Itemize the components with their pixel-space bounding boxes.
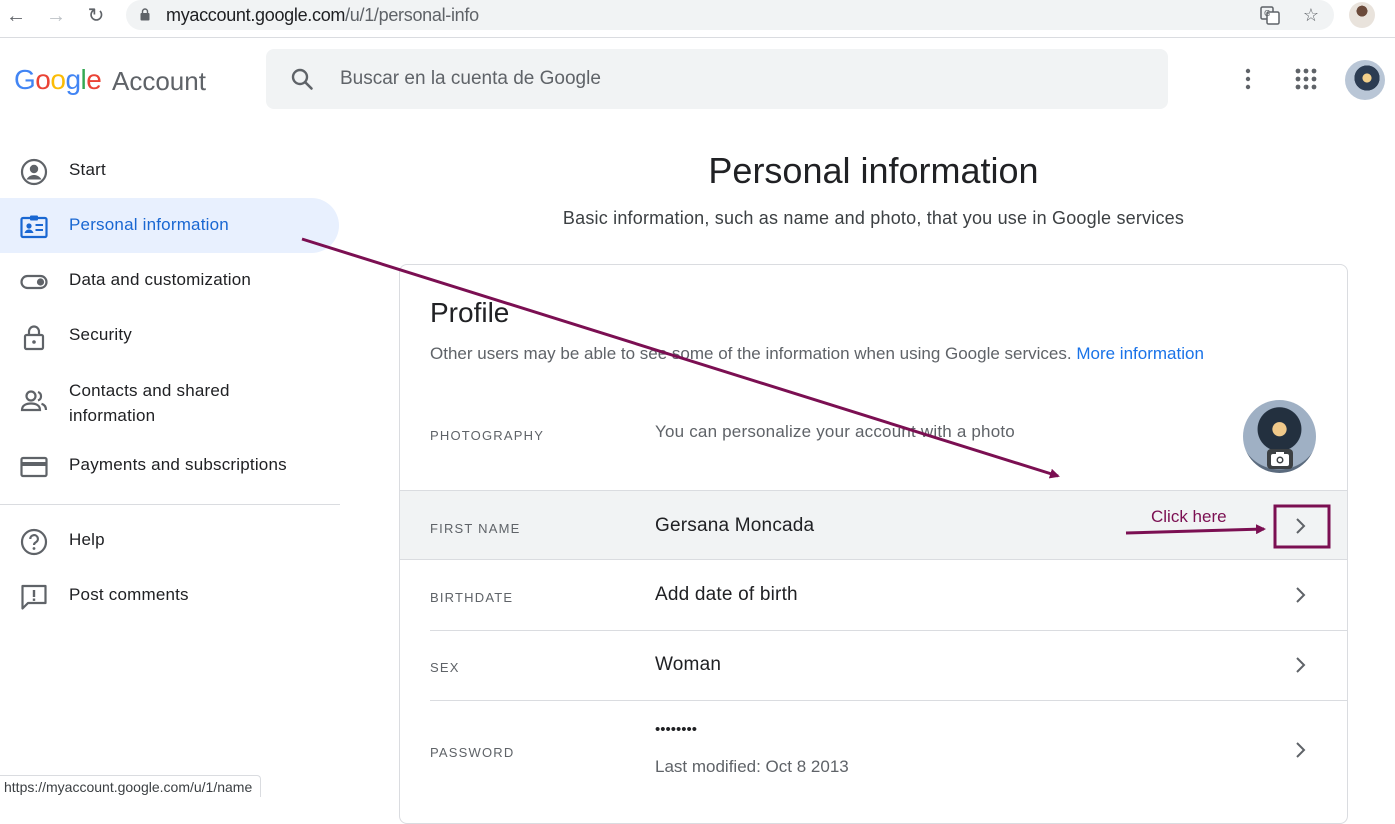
password-last-modified: Last modified: Oct 8 2013	[655, 757, 849, 776]
more-vert-icon[interactable]	[1233, 64, 1263, 94]
reload-icon[interactable]: ↻	[84, 4, 108, 28]
status-bar-url: https://myaccount.google.com/u/1/name	[0, 775, 262, 797]
lock-icon	[140, 8, 150, 21]
browser-profile-avatar[interactable]	[1349, 2, 1375, 28]
page-subtitle: Basic information, such as name and phot…	[562, 208, 1185, 228]
forward-arrow-icon[interactable]: →	[44, 4, 68, 28]
sex-row[interactable]: SEX Woman	[400, 630, 1347, 700]
address-bar[interactable]: myaccount.google.com/u/1/personal-info G…	[126, 0, 1334, 30]
svg-text:G: G	[1264, 9, 1270, 18]
sidebar-item-security[interactable]: Security	[0, 308, 340, 363]
annotation-callout: Click here	[1151, 507, 1227, 526]
more-information-link[interactable]: More information	[1076, 344, 1204, 363]
birthdate-label: BIRTHDATE	[430, 590, 514, 605]
chevron-right-icon[interactable]	[1293, 516, 1309, 536]
profile-title: Profile	[430, 297, 510, 328]
sidebar-item-label: Help	[69, 530, 105, 549]
first-name-label: FIRST NAME	[430, 521, 521, 536]
sidebar-item-label: Payments and subscriptions	[69, 455, 287, 474]
profile-description-text: Other users may be able to see some of t…	[430, 344, 1072, 363]
search-input[interactable]	[338, 65, 1138, 93]
chevron-right-icon[interactable]	[1293, 655, 1309, 675]
sidebar-item-contacts-and-shared-information[interactable]: Contacts and shared information	[0, 363, 340, 435]
sidebar-item-label: Security	[69, 325, 133, 344]
browser-toolbar: ← → ↻ myaccount.google.com/u/1/personal-…	[0, 0, 1395, 38]
sidebar-item-data-and-customization[interactable]: Data and customization	[0, 253, 340, 308]
chevron-right-icon[interactable]	[1293, 740, 1309, 760]
password-value: ••••••••	[655, 721, 698, 738]
camera-icon	[1267, 449, 1293, 469]
toggle-icon	[20, 274, 48, 290]
sidebar-item-payments-and-subscriptions[interactable]: Payments and subscriptions	[0, 438, 340, 493]
google-logo[interactable]: Google	[14, 64, 102, 96]
sidebar-divider	[0, 504, 340, 505]
search-bar[interactable]	[266, 49, 1168, 109]
photo-value: You can personalize your account with a …	[655, 422, 1015, 441]
sidebar-item-label: Post comments	[69, 585, 189, 604]
back-arrow-icon[interactable]: ←	[4, 4, 28, 28]
profile-description: Other users may be able to see some of t…	[430, 344, 1204, 364]
star-icon[interactable]: ☆	[1301, 5, 1321, 25]
sidebar-item-label: Contacts and shared information	[69, 381, 230, 425]
password-row[interactable]: PASSWORD •••••••• Last modified: Oct 8 2…	[400, 700, 1347, 800]
birthdate-value: Add date of birth	[655, 584, 798, 605]
sidebar-item-help[interactable]: Help	[0, 513, 340, 568]
password-label: PASSWORD	[430, 745, 515, 760]
birthdate-row[interactable]: BIRTHDATE Add date of birth	[400, 560, 1347, 630]
page-title: Personal information	[708, 150, 1039, 191]
url-host: myaccount.google.com	[166, 5, 346, 25]
logo-letter-o1: o	[35, 64, 51, 95]
url-text: myaccount.google.com/u/1/personal-info	[166, 5, 479, 26]
sex-label: SEX	[430, 660, 460, 675]
product-name: Account	[112, 66, 206, 96]
apps-grid-icon[interactable]	[1291, 64, 1321, 94]
feedback-icon	[21, 584, 47, 610]
logo-letter-g2: g	[65, 64, 81, 95]
profile-photo[interactable]	[1243, 400, 1316, 473]
first-name-value: Gersana Moncada	[655, 515, 815, 536]
lock-icon	[23, 325, 45, 351]
sidebar-item-label: Data and customization	[69, 270, 252, 289]
photo-row[interactable]: PHOTOGRAPHY You can personalize your acc…	[400, 385, 1347, 490]
url-path: /u/1/personal-info	[345, 5, 479, 25]
translate-icon[interactable]: G	[1260, 5, 1280, 25]
photo-label: PHOTOGRAPHY	[430, 428, 545, 443]
chevron-right-icon[interactable]	[1293, 585, 1309, 605]
sex-value: Woman	[655, 654, 722, 675]
account-avatar[interactable]	[1345, 60, 1385, 100]
help-icon	[20, 528, 48, 556]
sidebar-item-post-comments[interactable]: Post comments	[0, 568, 340, 623]
logo-letter-o2: o	[50, 64, 66, 95]
people-icon	[20, 390, 48, 412]
search-icon[interactable]	[290, 67, 314, 91]
logo-letter-e: e	[86, 64, 102, 95]
logo-letter-g: G	[14, 64, 36, 95]
profile-card: Profile Other users may be able to see s…	[399, 264, 1348, 824]
credit-card-icon	[20, 456, 48, 478]
